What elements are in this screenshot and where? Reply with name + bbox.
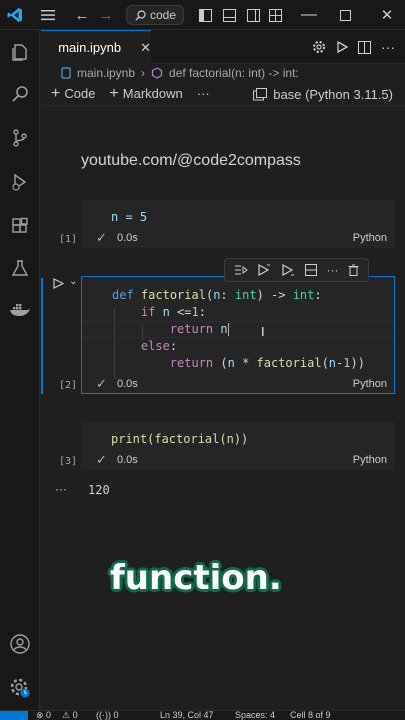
run-cell-icon[interactable] (53, 278, 65, 292)
manage-gear-icon[interactable] (0, 668, 40, 708)
title-bar: ← → code — ✕ (0, 0, 405, 30)
run-by-line-icon[interactable] (234, 264, 248, 276)
search-icon[interactable] (0, 74, 40, 114)
cell-position-status[interactable]: Cell 8 of 9 (290, 711, 331, 720)
indent-guide (114, 309, 115, 379)
tab-label: main.ipynb (58, 40, 122, 55)
kernel-label: base (Python 3.11.5) (273, 86, 393, 102)
success-check-icon: ✓ (96, 376, 107, 391)
split-editor-icon[interactable] (358, 40, 371, 54)
video-caption-overlay: function. (110, 558, 282, 598)
command-center-label: code (150, 8, 177, 22)
minimize-icon[interactable]: — (296, 0, 322, 30)
chevron-down-icon[interactable]: ⌄ (69, 276, 77, 287)
source-control-icon[interactable] (0, 118, 40, 158)
cell-1-language[interactable]: Python (353, 232, 387, 244)
delete-cell-trash-icon[interactable] (348, 264, 359, 276)
notebook-editor: youtube.com/@code2compass n = 5 [1] ✓ 0.… (41, 106, 405, 710)
function-symbol-icon (151, 67, 163, 79)
code-line: print(factorial(n)) (111, 432, 249, 446)
notebook-file-icon (61, 67, 71, 79)
cell-3-output: 120 (88, 483, 110, 497)
cell-1-status: ✓ 0.0s Python (81, 230, 395, 248)
toggle-primary-sidebar-icon[interactable] (196, 0, 214, 30)
cell-2-exec-count: [2] (59, 380, 78, 391)
breadcrumb-separator: › (141, 66, 146, 80)
cell-2-duration: 0.0s (117, 378, 138, 390)
kernel-picker[interactable]: base (Python 3.11.5) (253, 82, 393, 106)
testing-flask-icon[interactable] (0, 248, 40, 288)
cell-2-language[interactable]: Python (353, 378, 387, 390)
plus-icon: + (109, 84, 119, 102)
menu-icon[interactable] (38, 0, 58, 30)
notebook-toolbar: + Code + Markdown ··· base (Python 3.11.… (41, 82, 405, 106)
text-cursor-ibeam-icon: I (261, 324, 265, 339)
accounts-icon[interactable] (0, 624, 40, 664)
add-code-cell-button[interactable]: + Code (51, 85, 95, 103)
close-window-icon[interactable]: ✕ (374, 0, 400, 30)
add-code-label: Code (64, 86, 96, 101)
add-markdown-cell-button[interactable]: + Markdown (109, 85, 182, 103)
execute-below-icon[interactable] (281, 264, 295, 276)
code-line: n = 5 (111, 210, 148, 224)
maximize-icon[interactable] (332, 0, 358, 30)
execute-above-icon[interactable] (257, 264, 271, 276)
search-icon (135, 9, 146, 21)
cell-1-code[interactable]: n = 5 (111, 210, 147, 224)
breadcrumb-symbol[interactable]: def factorial(n: int) -> int: (169, 66, 299, 80)
cell-1-exec-count: [1] (59, 234, 78, 245)
cell-2-focus-bar (41, 278, 43, 394)
docker-icon[interactable] (0, 290, 40, 330)
cursor-position[interactable]: Ln 39, Col 47 (160, 711, 214, 720)
cell-2-status: ✓ 0.0s Python (81, 376, 395, 394)
back-arrow-icon[interactable]: ← (73, 0, 91, 30)
output-actions-icon[interactable]: ··· (55, 482, 67, 496)
cell-3-code[interactable]: print(factorial(n)) (111, 432, 248, 446)
explorer-icon[interactable] (0, 32, 40, 72)
split-cell-icon[interactable] (304, 264, 317, 276)
cell-3-duration: 0.0s (117, 454, 138, 466)
breadcrumb: main.ipynb › def factorial(n: int) -> in… (41, 64, 405, 82)
toggle-secondary-sidebar-icon[interactable] (244, 0, 262, 30)
more-label: ··· (196, 86, 210, 101)
settings-gear-icon[interactable] (312, 40, 326, 54)
run-and-debug-icon[interactable] (0, 162, 40, 202)
cell-3-status: ✓ 0.0s Python (81, 452, 395, 470)
warnings-status[interactable]: ⚠ 0 (62, 711, 78, 720)
ports-status[interactable]: ((·)) 0 (96, 711, 119, 720)
vscode-logo-icon (0, 0, 30, 30)
success-check-icon: ✓ (96, 452, 107, 467)
status-bar: ⊗ 0 ⚠ 0 ((·)) 0 Ln 39, Col 47 Spaces: 4 … (0, 710, 405, 720)
run-all-icon[interactable] (336, 41, 348, 53)
current-line-highlight (83, 321, 393, 338)
cell-toolbar: ··· (224, 258, 369, 282)
more-cell-actions-icon[interactable]: ··· (326, 263, 338, 277)
errors-status[interactable]: ⊗ 0 (36, 711, 51, 720)
extensions-icon[interactable] (0, 206, 40, 246)
kernel-icon (253, 87, 268, 100)
cell-3-language[interactable]: Python (353, 454, 387, 466)
editor-tab-bar: main.ipynb ✕ ··· (41, 30, 405, 64)
add-markdown-label: Markdown (122, 86, 183, 101)
cell-3-exec-count: [3] (59, 456, 78, 467)
customize-layout-icon[interactable] (266, 0, 284, 30)
remote-indicator[interactable] (0, 711, 28, 720)
more-actions-icon[interactable]: ··· (381, 39, 395, 55)
activity-bar (0, 30, 40, 710)
more-toolbar-actions[interactable]: ··· (197, 86, 210, 101)
indentation-status[interactable]: Spaces: 4 (235, 711, 275, 720)
editor-actions: ··· (312, 30, 405, 64)
cell-1-duration: 0.0s (117, 232, 138, 244)
tab-main-ipynb[interactable]: main.ipynb ✕ (41, 30, 151, 64)
toggle-panel-icon[interactable] (220, 0, 238, 30)
command-center[interactable]: code (126, 5, 184, 25)
breadcrumb-file[interactable]: main.ipynb (77, 66, 135, 80)
forward-arrow-icon[interactable]: → (97, 0, 115, 30)
close-tab-icon[interactable]: ✕ (140, 40, 151, 56)
success-check-icon: ✓ (96, 230, 107, 245)
plus-icon: + (51, 84, 61, 102)
markdown-cell-text: youtube.com/@code2compass (81, 152, 301, 169)
